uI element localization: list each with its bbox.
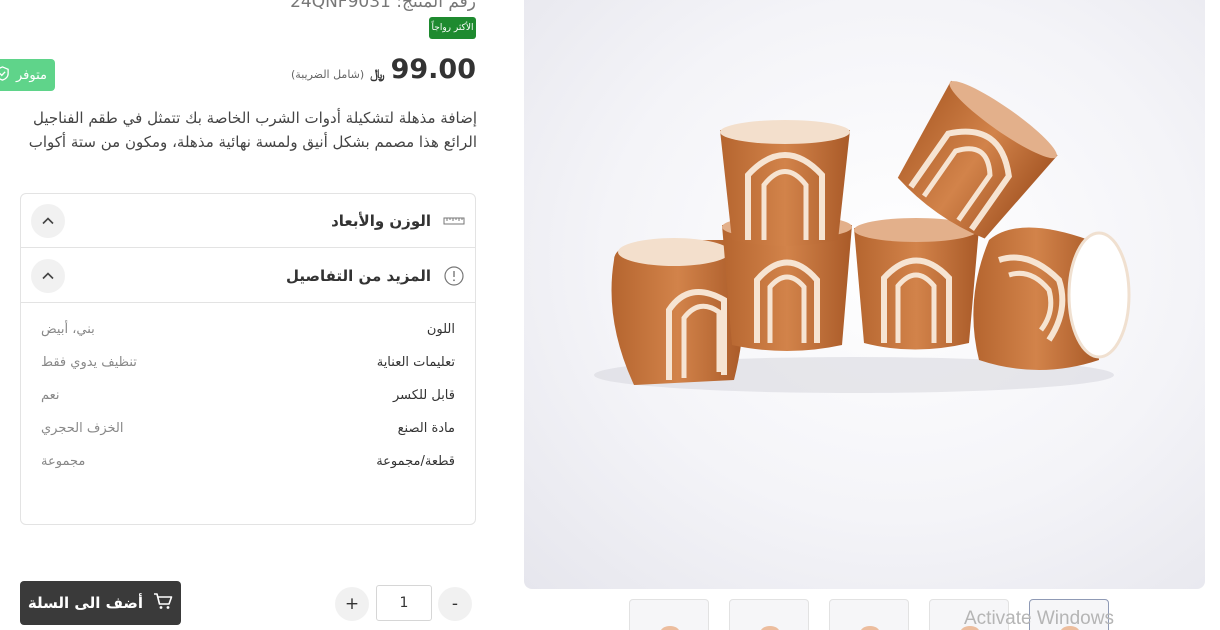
product-sku: رقم المنتج: 24QNF9031 [290, 0, 476, 12]
detail-value: نعم [41, 388, 60, 403]
detail-label: تعليمات العناية [376, 355, 455, 370]
quantity-increase-button[interactable]: + [335, 587, 369, 621]
thumbnail-preview [860, 626, 880, 630]
cups-illustration [594, 80, 1131, 393]
details-list: اللون بني، أبيض تعليمات العناية تنظيف يد… [21, 322, 475, 487]
more-details-title: المزيد من التفاصيل [285, 266, 431, 285]
more-details-header[interactable]: المزيد من التفاصيل [21, 249, 475, 303]
detail-label: مادة الصنع [397, 421, 455, 436]
cart-icon [153, 592, 173, 614]
detail-value: الخزف الحجري [41, 421, 124, 436]
product-main-image[interactable] [524, 0, 1205, 589]
detail-row: قطعة/مجموعة مجموعة [21, 454, 475, 487]
add-to-cart-button[interactable]: أضف الى السلة [20, 581, 181, 625]
chevron-up-icon[interactable] [31, 203, 65, 238]
gallery-thumbnail[interactable] [829, 599, 909, 630]
info-icon [443, 265, 465, 287]
currency-symbol: ﷼ [370, 67, 385, 82]
detail-label: اللون [426, 322, 455, 337]
detail-row: قابل للكسر نعم [21, 388, 475, 421]
thumbnail-preview [760, 626, 780, 630]
quantity-decrease-button[interactable]: - [438, 587, 472, 621]
thumbnail-preview [660, 626, 680, 630]
best-seller-badge: الأكثر رواجاً [429, 17, 476, 39]
ruler-icon [443, 210, 465, 232]
detail-value: تنظيف يدوي فقط [41, 355, 137, 370]
add-to-cart-label: أضف الى السلة [27, 594, 144, 612]
detail-label: قابل للكسر [393, 388, 455, 403]
product-accordion: الوزن والأبعاد المزيد من التفاصيل اللون … [20, 193, 476, 525]
detail-value: مجموعة [41, 454, 86, 469]
detail-row: مادة الصنع الخزف الحجري [21, 421, 475, 454]
detail-label: قطعة/مجموعة [376, 454, 455, 469]
gallery-thumbnail[interactable] [729, 599, 809, 630]
quantity-input[interactable] [376, 585, 432, 621]
tax-note: (شامل الضريبة) [291, 68, 365, 81]
availability-badge: متوفر [0, 59, 55, 91]
product-page: رقم المنتج: 24QNF9031 الأكثر رواجاً متوف… [0, 0, 1220, 630]
shield-check-icon [0, 65, 10, 85]
weight-dimensions-header[interactable]: الوزن والأبعاد [21, 194, 475, 248]
price-block: 99.00 ﷼ (شامل الضريبة) [291, 54, 476, 85]
price-value: 99.00 [390, 54, 476, 85]
detail-value: بني، أبيض [41, 322, 95, 337]
availability-label: متوفر [16, 67, 47, 83]
detail-row: اللون بني، أبيض [21, 322, 475, 355]
detail-row: تعليمات العناية تنظيف يدوي فقط [21, 355, 475, 388]
gallery-thumbnail[interactable] [629, 599, 709, 630]
weight-dimensions-title: الوزن والأبعاد [331, 211, 431, 230]
chevron-up-icon[interactable] [31, 258, 65, 293]
product-description: إضافة مذهلة لتشكيلة أدوات الشرب الخاصة ب… [28, 109, 477, 151]
activate-windows-watermark: Activate Windows [964, 608, 1114, 629]
